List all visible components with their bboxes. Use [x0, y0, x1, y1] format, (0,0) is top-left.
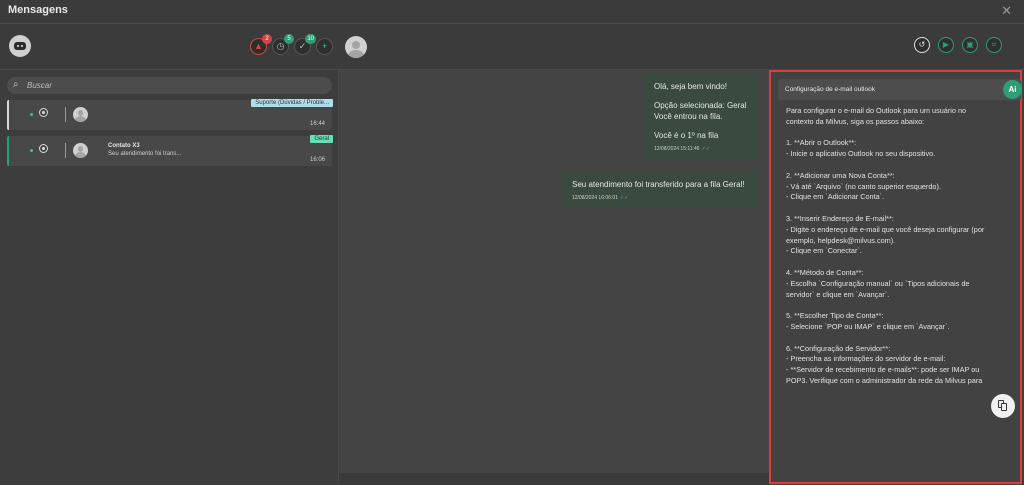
- ai-response-line: - Escolha `Configuração manual` ou `Tipo…: [786, 278, 970, 288]
- ai-panel-header: Configuração de e-mail outlook Ai: [778, 79, 1022, 100]
- ai-response-line: - Inicie o aplicativo Outlook no seu dis…: [786, 149, 936, 159]
- play-button[interactable]: ▶: [938, 37, 954, 53]
- ai-response-line: - Selecione `POP ou IMAP` e clique em `A…: [786, 321, 950, 331]
- ai-response-line: servidor` e clique em `Avançar`.: [786, 289, 890, 299]
- divider: [65, 143, 66, 158]
- contact-avatar: [73, 107, 88, 122]
- alert-filter-button[interactable]: ▲ 2: [250, 34, 272, 55]
- ai-logo-icon: Ai: [1003, 80, 1022, 99]
- title-bar: Mensagens ✕: [0, 0, 1024, 24]
- message-line: Você entrou na fila.: [654, 112, 723, 121]
- whatsapp-icon: [39, 108, 48, 117]
- close-icon[interactable]: ✕: [1001, 3, 1012, 19]
- contact-avatar[interactable]: [345, 36, 367, 58]
- window-button[interactable]: ▣: [962, 37, 978, 53]
- app-window: Mensagens ✕ ▲ 2 ◷ 5 ✓ 10 + ⌕ Buscar Supo…: [0, 0, 1024, 485]
- message-timestamp: 12/08/2024 16:06:01: [572, 195, 618, 201]
- ai-response-line: - Digite o endereço de e-mail que você d…: [786, 224, 985, 234]
- ai-panel-title: Configuração de e-mail outlook: [785, 86, 875, 93]
- conversation-list-header: ▲ 2 ◷ 5 ✓ 10 +: [0, 24, 339, 70]
- message-meta: 12/08/2024 16:06:01 ✓✓: [572, 193, 748, 204]
- ai-response-line: - Preencha as informações do servidor de…: [786, 354, 946, 364]
- online-status-dot: [30, 113, 33, 116]
- contact-name: Contato X3: [108, 143, 140, 149]
- search-input[interactable]: [27, 79, 317, 92]
- history-button[interactable]: ↺: [914, 37, 930, 53]
- message-preview: Seu atendimento foi trans...: [108, 151, 182, 157]
- done-count-badge: 10: [305, 34, 316, 44]
- message-bubble: Seu atendimento foi transferido para a f…: [562, 172, 758, 207]
- ai-response-line: - Vá até `Arquivo` (no canto superior es…: [786, 181, 941, 191]
- bot-avatar[interactable]: [9, 35, 31, 57]
- chat-list-item[interactable]: Suporte (Dúvidas / Proble... 16:44: [7, 99, 333, 130]
- history-icon: ↺: [918, 40, 926, 49]
- ai-response-line: Para configurar o e-mail do Outlook para…: [786, 106, 967, 115]
- message-line: Seu atendimento foi transferido para a f…: [572, 180, 745, 189]
- clock-icon: ◷: [276, 41, 285, 51]
- bot-face-icon: [14, 42, 26, 50]
- tag-icon: ⌗: [991, 40, 997, 49]
- search-bar: ⌕: [7, 77, 332, 94]
- play-icon: ▶: [942, 40, 950, 49]
- plus-icon: +: [321, 41, 328, 51]
- copy-button[interactable]: [991, 394, 1015, 418]
- ai-response-line: 4. **Método de Conta**:: [786, 267, 864, 277]
- pending-count-badge: 5: [284, 34, 294, 44]
- bot-eye-icon: [21, 45, 23, 47]
- read-receipt-icon: ✓✓: [619, 195, 629, 201]
- ai-response-line: - Clique em `Adicionar Conta`.: [786, 192, 885, 202]
- window-icon: ▣: [966, 40, 974, 49]
- ai-response-line: 6. **Configuração de Servidor**:: [786, 343, 891, 353]
- divider: [65, 107, 66, 122]
- ai-response-line: - Clique em `Conectar`.: [786, 246, 862, 256]
- bot-eye-icon: [17, 45, 19, 47]
- chat-list-item[interactable]: Contato X3 Seu atendimento foi trans... …: [7, 135, 333, 166]
- chat-header: ↺ ▶ ▣ ⌗: [339, 24, 1024, 70]
- window-title: Mensagens: [8, 4, 68, 16]
- alert-icon: ▲: [254, 41, 263, 51]
- whatsapp-icon: [39, 144, 48, 153]
- tag-button[interactable]: ⌗: [986, 37, 1002, 53]
- online-status-dot: [30, 149, 33, 152]
- ai-response-line: exemplo, helpdesk@milvus.com).: [786, 235, 896, 245]
- message-meta: 12/08/2024 15:11:46 ✓✓: [654, 144, 748, 155]
- search-icon: ⌕: [13, 79, 19, 90]
- message-bubble: Olá, seja bem vindo! Opção selecionada: …: [644, 74, 758, 160]
- ai-response-line: contexto da Milvus, siga os passos abaix…: [786, 116, 925, 126]
- new-conversation-button[interactable]: +: [316, 38, 333, 55]
- alert-count-badge: 2: [262, 34, 272, 44]
- chat-time: 16:44: [309, 121, 325, 127]
- pending-filter-button[interactable]: ◷ 5: [272, 34, 294, 55]
- ai-response-text: Para configurar o e-mail do Outlook para…: [786, 106, 1011, 389]
- message-line: Olá, seja bem vindo!: [654, 82, 727, 91]
- copy-icon: [1001, 403, 1007, 411]
- check-icon: ✓: [298, 41, 307, 51]
- queue-tag: Suporte (Dúvidas / Proble...: [251, 99, 333, 107]
- ai-response-line: - **Servidor de recebimento de e-mails**…: [786, 365, 980, 375]
- chat-panel: ↺ ▶ ▣ ⌗ Olá, seja bem vindo! Opção selec…: [339, 24, 1024, 485]
- done-filter-button[interactable]: ✓ 10: [294, 34, 316, 55]
- ai-response-line: POP3. Verifique com o administrador da r…: [786, 375, 983, 385]
- ai-response-line: 3. **Inserir Endereço de E-mail**:: [786, 213, 894, 223]
- message-line: Opção selecionada: Geral: [654, 101, 747, 110]
- ai-response-line: 2. **Adicionar uma Nova Conta**:: [786, 170, 895, 180]
- conversation-list-panel: ▲ 2 ◷ 5 ✓ 10 + ⌕ Buscar Suporte (Dúvidas…: [0, 24, 339, 485]
- read-receipt-icon: ✓✓: [701, 146, 710, 152]
- message-timestamp: 12/08/2024 15:11:46: [654, 146, 700, 152]
- ai-response-line: 1. **Abrir o Outlook**:: [786, 138, 857, 148]
- chat-time: 16:06: [309, 157, 325, 163]
- ai-assistant-panel: Configuração de e-mail outlook Ai Para c…: [769, 70, 1022, 484]
- message-line: Você é o 1º na fila: [654, 131, 719, 140]
- message-composer[interactable]: [339, 473, 769, 485]
- queue-tag: Geral: [310, 135, 333, 143]
- contact-avatar: [73, 143, 88, 158]
- ai-response-line: 5. **Escolher Tipo de Conta**:: [786, 311, 884, 321]
